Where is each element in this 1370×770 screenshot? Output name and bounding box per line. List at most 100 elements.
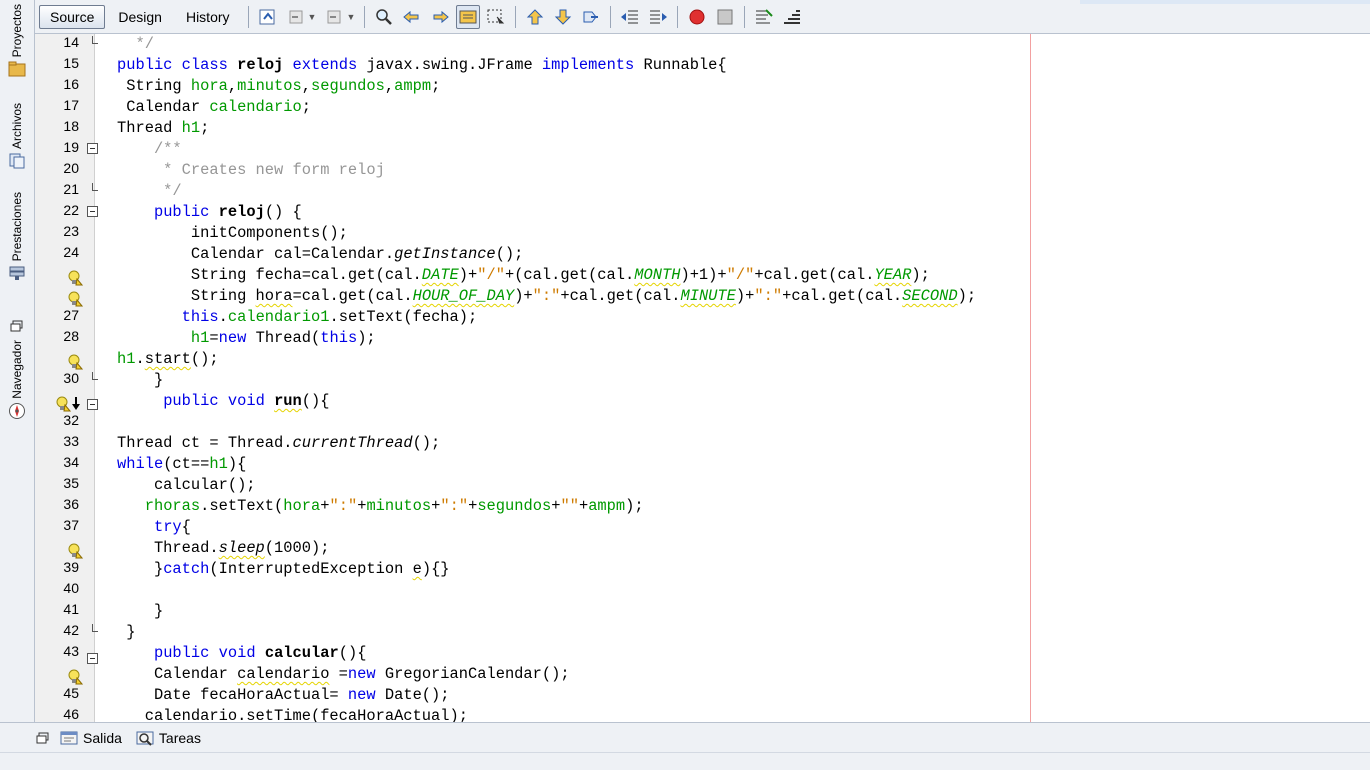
- editor-gutter: 14 15 16 17 18 19 20 21 22 23 24 27 28 3…: [35, 34, 98, 722]
- navigator-icon: [8, 402, 26, 419]
- comment-icon[interactable]: [752, 5, 776, 29]
- output-tab-label: Salida: [83, 729, 122, 746]
- right-margin-line: [1030, 34, 1031, 722]
- tab-source[interactable]: Source: [39, 4, 106, 29]
- hint-bulb-icon[interactable]: [67, 354, 83, 370]
- line-number: 17: [63, 97, 79, 113]
- hint-bulb-icon[interactable]: [67, 291, 83, 307]
- line-number: 45: [63, 685, 79, 701]
- code-line: Calendar calendario =new GregorianCalend…: [117, 665, 570, 683]
- back-dropdown-icon[interactable]: ▼: [308, 12, 317, 22]
- side-tab-services-label: Prestaciones: [10, 192, 24, 262]
- line-number: 14: [63, 34, 79, 50]
- fold-end-marker: [92, 36, 98, 44]
- code-line: try{: [153, 518, 191, 536]
- line-number: 39: [63, 559, 79, 575]
- status-bar: [0, 752, 1370, 770]
- projects-icon: [8, 61, 26, 77]
- line-number: 23: [63, 223, 79, 239]
- hint-bulb-icon[interactable]: [67, 543, 83, 559]
- code-line: Thread h1;: [117, 119, 210, 137]
- code-line: */: [117, 182, 182, 200]
- code-line: /**: [117, 140, 182, 158]
- stop-macro-recording-icon[interactable]: [713, 5, 737, 29]
- fold-toggle-icon[interactable]: [87, 206, 98, 217]
- code-line: }: [117, 371, 164, 389]
- code-line: String hora,minutos,segundos,ampm;: [117, 77, 441, 95]
- fold-toggle-icon[interactable]: [87, 399, 98, 410]
- code-line: Calendar cal=Calendar.getInstance();: [117, 245, 524, 263]
- fold-toggle-icon[interactable]: [87, 143, 98, 154]
- side-tab-projects-label: Proyectos: [10, 4, 24, 58]
- code-line: String fecha=cal.get(cal.DATE)+"/"+(cal.…: [117, 266, 930, 284]
- code-line: public class reloj extends javax.swing.J…: [117, 56, 727, 74]
- previous-bookmark-icon[interactable]: [523, 5, 547, 29]
- side-tab-projects[interactable]: Proyectos: [3, 4, 31, 77]
- next-bookmark-icon[interactable]: [551, 5, 575, 29]
- code-editor[interactable]: 14 15 16 17 18 19 20 21 22 23 24 27 28 3…: [35, 34, 1370, 722]
- code-line: public void run(){: [163, 392, 330, 410]
- side-tab-navigator[interactable]: Navegador: [3, 318, 31, 419]
- code-line: while(ct==h1){: [117, 455, 247, 473]
- services-icon: [8, 265, 26, 281]
- start-macro-recording-icon[interactable]: [685, 5, 709, 29]
- code-line: String hora=cal.get(cal.HOUR_OF_DAY)+":"…: [117, 287, 977, 305]
- line-number: 34: [63, 454, 79, 470]
- find-icon[interactable]: [372, 5, 396, 29]
- line-number: 27: [63, 307, 79, 323]
- fold-toggle-icon[interactable]: [87, 653, 98, 664]
- code-line: this.calendario1.setText(fecha);: [181, 308, 478, 326]
- find-next-icon[interactable]: [428, 5, 452, 29]
- line-number: 32: [63, 412, 79, 428]
- rect-selection-icon[interactable]: [484, 5, 508, 29]
- line-number: 35: [63, 475, 79, 491]
- override-arrow-icon[interactable]: [71, 396, 81, 412]
- tab-history[interactable]: History: [175, 5, 241, 29]
- line-number: 28: [63, 328, 79, 344]
- code-line: public reloj() {: [153, 203, 302, 221]
- side-tab-files[interactable]: Archivos: [3, 103, 31, 169]
- hint-bulb-icon[interactable]: [55, 396, 71, 412]
- uncomment-icon[interactable]: [780, 5, 804, 29]
- find-previous-icon[interactable]: [400, 5, 424, 29]
- line-number: 30: [63, 370, 79, 386]
- code-line: public void calcular(){: [153, 644, 367, 662]
- code-line: }: [117, 623, 136, 641]
- code-line: Date fecaHoraActual= new Date();: [117, 686, 450, 704]
- line-number: 36: [63, 496, 79, 512]
- output-tab[interactable]: Salida: [60, 730, 122, 746]
- shift-right-icon[interactable]: [646, 5, 670, 29]
- toolbar-separator: [610, 5, 612, 28]
- code-line: }: [117, 602, 164, 620]
- side-tab-services[interactable]: Prestaciones: [3, 192, 31, 281]
- toolbar-separator: [677, 5, 679, 28]
- code-line: Thread.sleep(1000);: [117, 539, 330, 557]
- back-icon[interactable]: [284, 5, 308, 29]
- restore-window-icon[interactable]: [8, 318, 26, 334]
- forward-dropdown-icon[interactable]: ▼: [346, 12, 355, 22]
- last-edit-icon[interactable]: [256, 5, 280, 29]
- code-line: * Creates new form reloj: [117, 161, 385, 179]
- restore-window-icon[interactable]: [36, 732, 50, 744]
- fold-end-marker: [92, 372, 98, 380]
- line-number: 21: [63, 181, 79, 197]
- code-line: calendario.setTime(fecaHoraActual);: [117, 707, 468, 722]
- line-number: 24: [63, 244, 79, 260]
- output-icon: [60, 731, 78, 744]
- toggle-bookmark-icon[interactable]: [579, 5, 603, 29]
- hint-bulb-icon[interactable]: [67, 270, 83, 286]
- fold-end-marker: [92, 624, 98, 632]
- ide-window: Proyectos Archivos Prestaciones Navegado…: [0, 0, 1370, 770]
- tab-design[interactable]: Design: [107, 5, 173, 29]
- shift-left-icon[interactable]: [618, 5, 642, 29]
- line-number: 46: [63, 706, 79, 722]
- forward-icon[interactable]: [322, 5, 346, 29]
- toolbar-separator: [515, 5, 517, 28]
- tasks-tab[interactable]: Tareas: [136, 730, 201, 746]
- tasks-icon: [136, 731, 154, 746]
- code-line: Calendar calendario;: [117, 98, 311, 116]
- toolbar-separator: [744, 5, 746, 28]
- side-panel: Proyectos Archivos Prestaciones Navegado…: [0, 0, 35, 722]
- toggle-highlight-icon[interactable]: [456, 4, 481, 29]
- hint-bulb-icon[interactable]: [67, 669, 83, 685]
